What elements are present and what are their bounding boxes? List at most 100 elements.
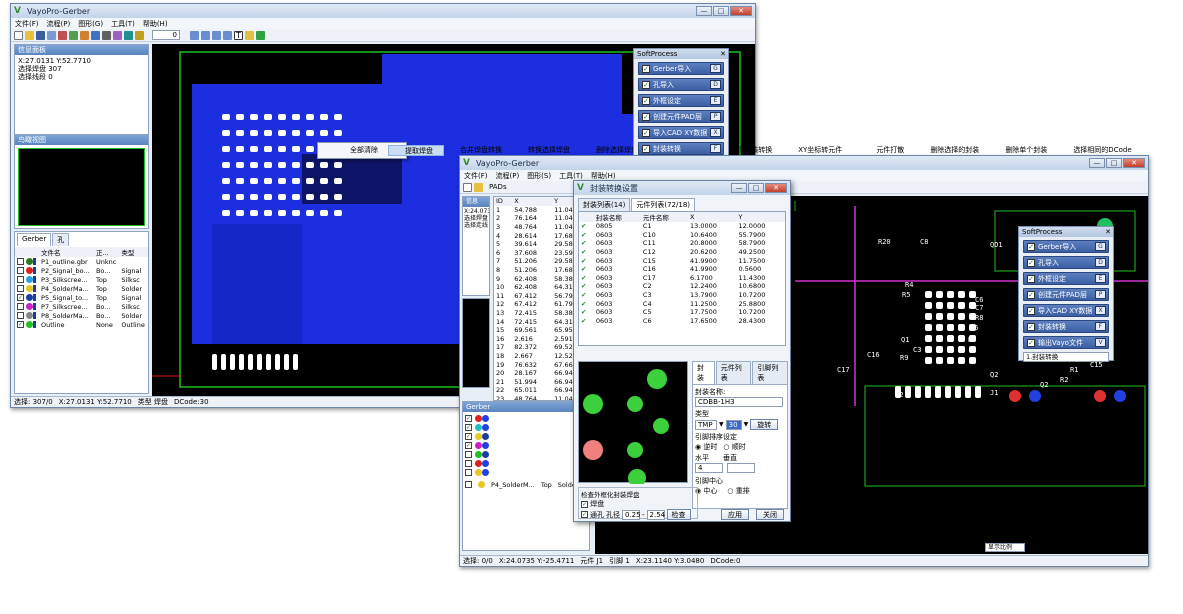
component-row[interactable]: ✔ 0603 C5 17.7500 10.7200	[579, 308, 785, 317]
dialog-close-button[interactable]: ✕	[765, 183, 787, 193]
layer-row[interactable]: P7_Silkscree... Bo... Silksc	[15, 302, 148, 311]
zoom-out-icon[interactable]	[201, 30, 210, 40]
menu-process[interactable]: 流程(P)	[47, 19, 71, 29]
open-folder-icon[interactable]	[25, 30, 34, 40]
softprocess-step-button[interactable]: ✓ 外框设定 E	[1023, 272, 1109, 285]
menu-tools[interactable]: 工具(T)	[111, 19, 135, 29]
layer2-check[interactable]: ✓	[465, 442, 472, 449]
comp-col-y[interactable]: Y	[736, 212, 785, 222]
check-pad-box[interactable]: ✓	[581, 500, 588, 508]
radio-ccw[interactable]: ◉ 逆时	[695, 442, 717, 452]
menu-process-2[interactable]: 流程(P)	[496, 171, 520, 181]
tab-component-list[interactable]: 元件列表(72/18)	[631, 198, 696, 211]
mirror-icon[interactable]	[124, 30, 133, 40]
softprocess-step-button[interactable]: ✓ 输出Vayo文件 V	[1023, 336, 1109, 349]
horizontal-input[interactable]: 4	[695, 463, 723, 473]
maximize-button[interactable]: □	[713, 6, 729, 16]
zoom-in-icon[interactable]	[190, 30, 199, 40]
layer2-check[interactable]: ✓	[465, 424, 472, 431]
component-row[interactable]: ✔ 0603 C6 17.6500 28.4300	[579, 317, 785, 326]
dialog-close-action-button[interactable]: 关闭	[756, 509, 784, 520]
col-type[interactable]: 类型	[119, 247, 148, 257]
layer2-row[interactable]	[465, 468, 587, 477]
softprocess-step-button[interactable]: ✓ 外框设定 E	[638, 94, 724, 107]
layer2-row[interactable]: ✓	[465, 423, 587, 432]
menu-tools-2[interactable]: 工具(T)	[559, 171, 583, 181]
dialog-minimize-button[interactable]: —	[731, 183, 747, 193]
radio-cw[interactable]: ○ 顺时	[723, 442, 745, 452]
layer-visible-check[interactable]: ✓	[17, 294, 24, 301]
layer-visible-check[interactable]	[17, 285, 24, 292]
layer2-check[interactable]	[465, 460, 472, 467]
layer-row[interactable]: P2_Signal_bo... Bo... Signal	[15, 266, 148, 275]
color-icon[interactable]	[245, 30, 254, 40]
overview-canvas[interactable]	[18, 148, 145, 226]
comp-col-package[interactable]: 封装名称	[594, 212, 641, 222]
layer-row[interactable]: P3_Silkscree... Top Silksc	[15, 275, 148, 284]
zoom-fit-icon[interactable]	[212, 30, 221, 40]
layer-visible-check[interactable]	[17, 267, 24, 274]
hole-min-input[interactable]: 0.25	[622, 509, 641, 520]
dialog-maximize-button[interactable]: □	[748, 183, 764, 193]
context-menu-item[interactable]: 全部清除	[334, 145, 388, 156]
softprocess-step-button[interactable]: ✓ 创建元件PAD层 P	[1023, 288, 1109, 301]
pads-toolbar-label[interactable]: PADs	[489, 183, 507, 191]
component-row[interactable]: ✔ 0603 C10 10.6400 55.7900	[579, 231, 785, 240]
check-button[interactable]: 检查	[666, 509, 691, 520]
menu-help-2[interactable]: 帮助(H)	[591, 171, 616, 181]
layer-visible-check[interactable]: ✓	[17, 321, 24, 328]
tab-package[interactable]: 封装	[692, 361, 715, 384]
layer-row[interactable]: P8_SolderMa... Bo... Solder	[15, 311, 148, 320]
component-row[interactable]: ✔ 0603 C12 20.6200 49.2500	[579, 248, 785, 257]
hole-max-input[interactable]: 2.54	[646, 509, 665, 520]
tab-holes[interactable]: 孔	[52, 233, 70, 246]
softprocess-step-button[interactable]: ✓ 导入CAD XY数据 X	[638, 126, 724, 139]
component-row[interactable]: ✔ 0805 C1 13.0000 12.0000	[579, 222, 785, 231]
pkg-name-input[interactable]: CDBB-1H3	[695, 397, 783, 407]
trace-icon[interactable]	[91, 30, 100, 40]
component-row[interactable]: ✔ 0603 C11 20.8000 58.7900	[579, 239, 785, 248]
layer2-check[interactable]	[465, 451, 472, 458]
pads-col-id[interactable]: ID	[494, 197, 512, 206]
menu-help[interactable]: 帮助(H)	[143, 19, 168, 29]
softprocess-step-button[interactable]: ✓ 封装转换 F	[638, 142, 724, 155]
radio-rearrange[interactable]: ○ 重排	[727, 486, 749, 496]
col-filename[interactable]: 文件名	[39, 247, 94, 257]
softprocess-step-button[interactable]: ✓ 导入CAD XY数据 X	[1023, 304, 1109, 317]
softprocess-step-button[interactable]: ✓ 封装转换 F	[1023, 320, 1109, 333]
type-number-select[interactable]: 30	[725, 419, 742, 430]
zoom-scroll-hint[interactable]: 显示比例	[985, 543, 1025, 552]
softprocess-close-icon[interactable]: ✕	[720, 49, 726, 59]
softprocess-step-button[interactable]: ✓ 孔导入 D	[638, 78, 724, 91]
context-menu-item[interactable]: 提取焊盘	[388, 145, 444, 156]
menu-file[interactable]: 文件(F)	[15, 19, 39, 29]
layer-row[interactable]: ✓ Outline None Outline	[15, 320, 148, 329]
close-button[interactable]: ✕	[730, 6, 752, 16]
layer2-row[interactable]	[465, 459, 587, 468]
minimize-button[interactable]: —	[696, 6, 712, 16]
layer2-row[interactable]: ✓	[465, 414, 587, 423]
comp-col-x[interactable]: X	[688, 212, 736, 222]
softprocess-step-button[interactable]: ✓ 孔导入 D	[1023, 256, 1109, 269]
component-row[interactable]: ✔ 0603 C4 11.2500 25.8800	[579, 299, 785, 308]
menu-graphics-2[interactable]: 图形(S)	[527, 171, 551, 181]
maximize-button-2[interactable]: □	[1106, 158, 1122, 168]
tab-package-list[interactable]: 封装列表(14)	[578, 198, 631, 211]
open-folder-icon-2[interactable]	[474, 182, 483, 192]
type-dropdown-icon[interactable]: ▼	[719, 421, 724, 428]
layer-row[interactable]: P4_SolderMa... Top Solder	[15, 284, 148, 293]
layer2-last-check[interactable]	[465, 481, 472, 488]
layer2-check[interactable]: ✓	[465, 433, 472, 440]
minimize-button-2[interactable]: —	[1089, 158, 1105, 168]
measure-icon[interactable]	[102, 30, 111, 40]
layer2-check[interactable]: ✓	[465, 415, 472, 422]
softprocess-step-button[interactable]: ✓ Gerber导入 G	[638, 62, 724, 75]
component-row[interactable]: ✔ 0603 C15 41.9900 11.7500	[579, 256, 785, 265]
type-select[interactable]: TMP	[695, 419, 717, 430]
radio-center[interactable]: ◉ 中心	[695, 486, 717, 496]
zoom-input[interactable]: 0	[152, 30, 180, 40]
text-icon[interactable]: T	[234, 30, 243, 40]
component-row[interactable]: ✔ 0603 C2 12.2400 10.6800	[579, 282, 785, 291]
tab-component[interactable]: 元件列表	[715, 361, 752, 384]
view-icon[interactable]	[256, 30, 265, 40]
